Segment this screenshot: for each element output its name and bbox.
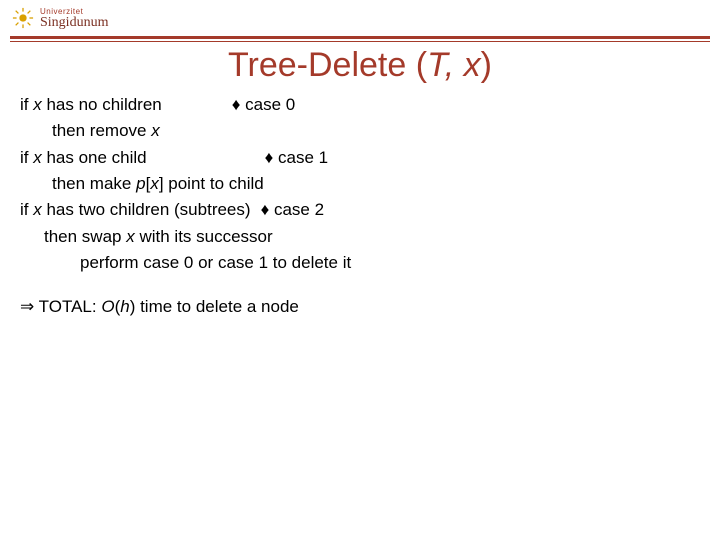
title-arg2: x — [464, 46, 481, 84]
l5c: has two children (subtrees) — [42, 200, 251, 219]
line-1: if x has no children ♦ case 0 — [20, 92, 690, 118]
t2: O — [101, 297, 114, 316]
l5a: if — [20, 200, 33, 219]
logo: Univerzitet Singidunum — [12, 6, 108, 29]
l4d: x — [150, 174, 159, 193]
l4a: then make — [52, 174, 136, 193]
l4e: ] point to child — [159, 174, 264, 193]
l6a: then swap — [44, 227, 126, 246]
l1c: has no children — [42, 95, 162, 114]
case-1: ♦ case 1 — [265, 148, 328, 167]
l7: perform case 0 or case 1 to delete it — [80, 253, 351, 272]
t5: ) time to delete a node — [130, 297, 299, 316]
l1a: if — [20, 95, 33, 114]
case-2: ♦ case 2 — [261, 200, 324, 219]
l6c: with its successor — [135, 227, 273, 246]
line-7: perform case 0 or case 1 to delete it — [20, 250, 690, 276]
line-2: then remove x — [20, 118, 690, 144]
l6b: x — [126, 227, 135, 246]
sun-icon — [12, 7, 34, 29]
l3a: if — [20, 148, 33, 167]
l5b: x — [33, 200, 42, 219]
logo-name: Singidunum — [40, 15, 108, 30]
case-0: ♦ case 0 — [232, 95, 295, 114]
line-5: if x has two children (subtrees) ♦ case 2 — [20, 197, 690, 223]
title-comma: , — [445, 46, 464, 84]
line-6: then swap x with its successor — [20, 224, 690, 250]
t4: h — [120, 297, 129, 316]
slide-body: if x has no children ♦ case 0 then remove… — [20, 92, 690, 321]
title-suffix: ) — [481, 46, 492, 84]
title-prefix: Tree-Delete ( — [228, 46, 427, 84]
logo-text: Univerzitet Singidunum — [40, 6, 108, 29]
l2a: then remove — [52, 121, 151, 140]
t1: ⇒ TOTAL: — [20, 297, 101, 316]
l1b: x — [33, 95, 42, 114]
page-title: Tree-Delete (T, x) — [0, 46, 720, 85]
l2b: x — [151, 121, 160, 140]
header-rule — [10, 36, 710, 42]
l3b: x — [33, 148, 42, 167]
title-arg1: T — [427, 46, 445, 84]
total-line: ⇒ TOTAL: O(h) time to delete a node — [20, 294, 690, 320]
line-4: then make p[x] point to child — [20, 171, 690, 197]
line-3: if x has one child ♦ case 1 — [20, 145, 690, 171]
l4b: p — [136, 174, 145, 193]
l3c: has one child — [42, 148, 147, 167]
